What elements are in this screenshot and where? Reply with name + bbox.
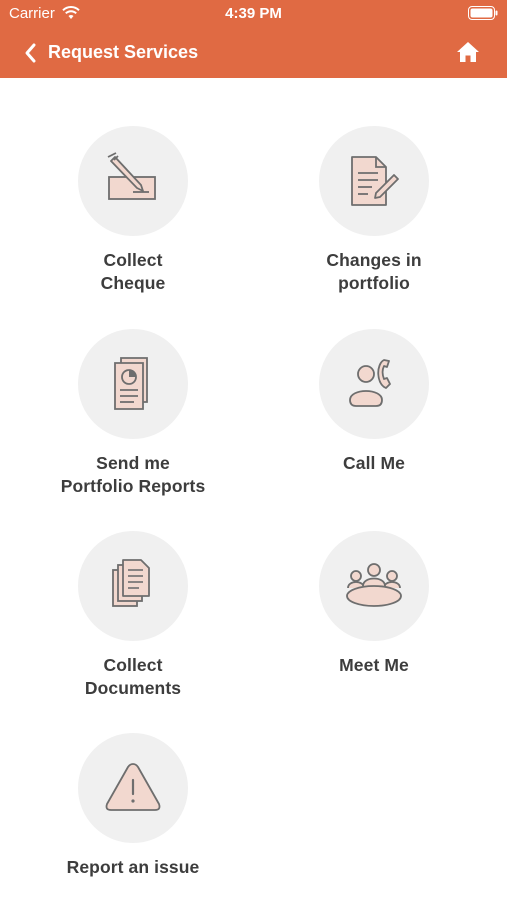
service-send-portfolio-reports[interactable]: Send me Portfolio Reports [33, 329, 233, 498]
chevron-left-icon[interactable] [22, 41, 38, 65]
battery-icon [468, 6, 498, 20]
page-title[interactable]: Request Services [48, 42, 198, 63]
service-label: Collect Cheque [100, 250, 166, 293]
document-edit-icon [351, 156, 399, 206]
service-label: Send me Portfolio Reports [60, 453, 206, 496]
service-label: Call Me [343, 453, 405, 473]
service-icon-circle [78, 329, 188, 439]
service-label: Changes in portfolio [326, 250, 422, 293]
service-icon-circle [78, 126, 188, 236]
person-phone-icon [349, 359, 391, 407]
service-label: Report an issue [66, 857, 200, 877]
service-icon-circle [319, 329, 429, 439]
service-label: Meet Me [339, 655, 409, 675]
service-changes-in-portfolio[interactable]: Changes in portfolio [274, 126, 474, 295]
service-icon-circle [78, 733, 188, 843]
documents-stack-icon [112, 559, 150, 607]
service-icon-circle [319, 531, 429, 641]
status-time: 4:39 PM [225, 5, 282, 22]
service-report-issue[interactable]: Report an issue [33, 733, 233, 879]
warning-triangle-icon [105, 763, 161, 811]
service-call-me[interactable]: Call Me [274, 329, 474, 475]
service-collect-cheque[interactable]: Collect Cheque [33, 126, 233, 295]
status-bar: Carrier 4:39 PM [0, 0, 507, 28]
service-icon-circle [319, 126, 429, 236]
service-meet-me[interactable]: Meet Me [274, 531, 474, 677]
meeting-group-icon [346, 563, 402, 607]
report-chart-icon [114, 357, 148, 410]
service-label: Collect Documents [84, 655, 182, 698]
nav-bar: Request Services [0, 28, 507, 78]
service-collect-documents[interactable]: Collect Documents [33, 531, 233, 700]
home-icon[interactable] [455, 39, 481, 65]
cheque-pen-icon [107, 152, 156, 200]
service-icon-circle [78, 531, 188, 641]
